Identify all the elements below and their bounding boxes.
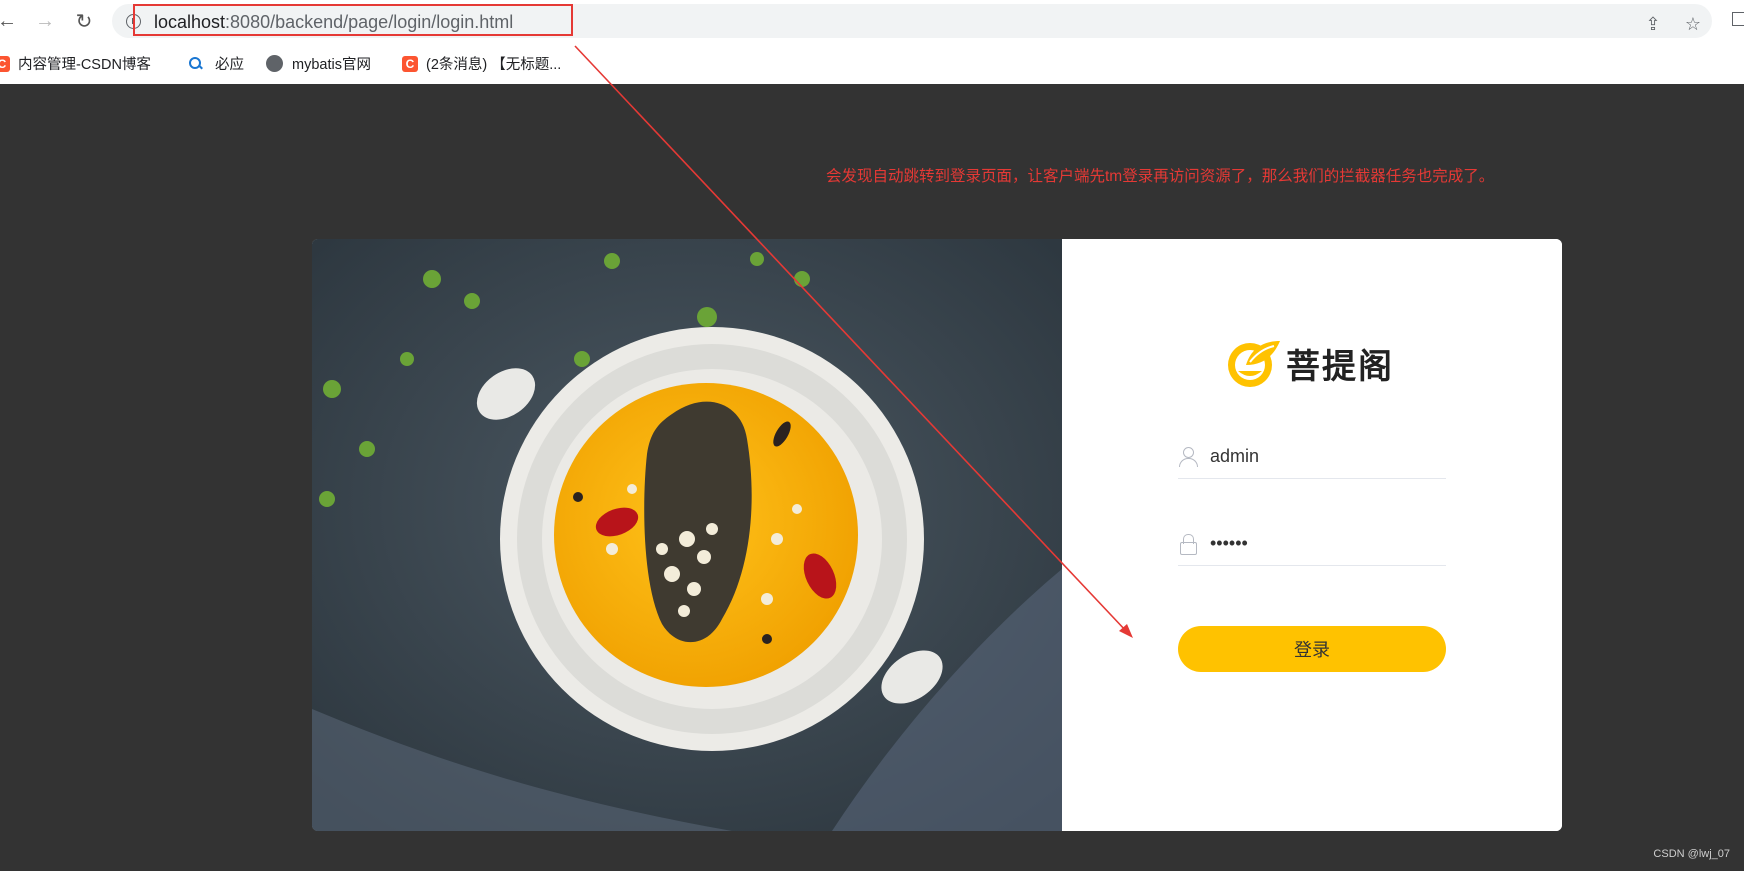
watermark-text: CSDN @lwj_07 bbox=[1653, 848, 1730, 860]
lock-icon bbox=[1178, 533, 1198, 555]
search-icon bbox=[189, 56, 203, 71]
share-icon[interactable]: ⇪ bbox=[1643, 14, 1663, 34]
bookmark-item[interactable]: mybatis官网 bbox=[266, 53, 371, 74]
food-photo bbox=[312, 239, 1062, 831]
bookmark-label: 必应 bbox=[215, 57, 244, 73]
bookmark-label: (2条消息) 【无标题... bbox=[426, 57, 562, 73]
forward-arrow-icon[interactable]: → bbox=[32, 8, 58, 34]
bookmark-item[interactable]: C 内容管理-CSDN博客 bbox=[0, 53, 151, 74]
url-highlight-box bbox=[133, 4, 573, 36]
reload-icon[interactable]: ↻ bbox=[71, 8, 97, 34]
login-button[interactable]: 登录 bbox=[1178, 626, 1446, 672]
browser-toolbar: ← → ↻ localhost:8080/backend/page/login/… bbox=[0, 0, 1744, 42]
window-icon[interactable] bbox=[1732, 12, 1744, 26]
bookmark-item[interactable]: C (2条消息) 【无标题... bbox=[402, 53, 561, 74]
bookmark-item[interactable]: 必应 bbox=[189, 53, 244, 74]
username-input[interactable] bbox=[1210, 446, 1430, 467]
login-card: 菩提阁 登录 bbox=[312, 239, 1562, 831]
globe-icon bbox=[266, 55, 283, 72]
back-arrow-icon[interactable]: ← bbox=[0, 8, 20, 34]
bookmark-star-icon[interactable]: ☆ bbox=[1683, 14, 1703, 34]
leaf-bowl-icon bbox=[1228, 341, 1280, 387]
user-icon bbox=[1178, 446, 1198, 468]
password-input[interactable] bbox=[1210, 533, 1430, 554]
bookmark-label: mybatis官网 bbox=[292, 57, 371, 73]
brand-logo: 菩提阁 bbox=[1224, 335, 1394, 391]
bookmark-label: 内容管理-CSDN博客 bbox=[18, 57, 151, 73]
brand-name: 菩提阁 bbox=[1286, 346, 1394, 387]
annotation-text: 会发现自动跳转到登录页面，让客户端先tm登录再访问资源了，那么我们的拦截器任务也… bbox=[826, 168, 1495, 185]
csdn-icon: C bbox=[402, 55, 418, 72]
password-field[interactable] bbox=[1178, 522, 1446, 566]
login-panel: 菩提阁 登录 bbox=[1062, 239, 1562, 831]
username-field[interactable] bbox=[1178, 435, 1446, 479]
bookmarks-bar: C 内容管理-CSDN博客 必应 mybatis官网 C (2条消息) 【无标题… bbox=[0, 42, 1744, 84]
csdn-icon: C bbox=[0, 55, 10, 72]
